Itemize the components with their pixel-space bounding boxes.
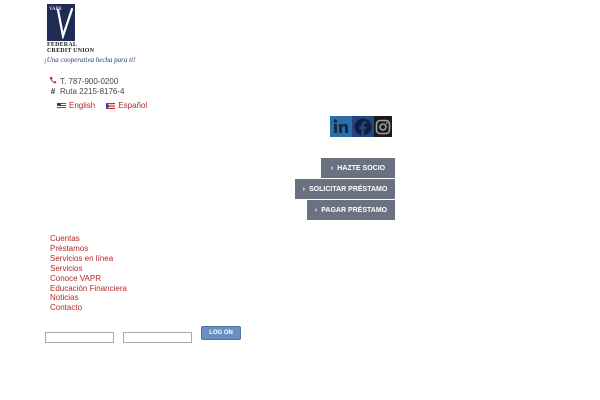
vapr-logo[interactable]: VAPR FEDERAL CREDIT UNION ¡Una cooperati… <box>44 2 136 66</box>
lang-espanol-link[interactable]: Español <box>106 101 147 110</box>
logo-mark: VAPR <box>47 4 75 41</box>
nav-contacto[interactable]: Contacto <box>50 303 127 313</box>
log-on-button[interactable]: LOG ON <box>201 326 241 340</box>
language-switcher: English Español <box>57 101 158 110</box>
chevron-right-icon: › <box>302 185 306 193</box>
username-input[interactable] <box>45 332 114 343</box>
route-text: Ruta 2215-8176-4 <box>60 87 125 96</box>
hazte-socio-button[interactable]: › HAZTE SOCIO <box>321 158 395 178</box>
instagram-link[interactable] <box>374 116 392 137</box>
route-number: # Ruta 2215-8176-4 <box>48 87 125 96</box>
logo-credit-union-text: CREDIT UNION <box>47 48 95 54</box>
hash-icon: # <box>50 87 56 96</box>
phone-contact[interactable]: T. 787-900-0200 <box>48 76 118 86</box>
linkedin-link[interactable] <box>330 116 352 137</box>
facebook-link[interactable] <box>352 116 374 137</box>
nav-noticias[interactable]: Noticias <box>50 293 127 303</box>
phone-text: T. 787-900-0200 <box>60 76 119 86</box>
instagram-icon <box>375 119 391 134</box>
linkedin-icon <box>333 119 348 133</box>
hazte-socio-label: HAZTE SOCIO <box>337 164 386 172</box>
pagar-prestamo-label: PAGAR PRÉSTAMO <box>321 206 388 214</box>
logo-v-icon <box>56 7 74 39</box>
solicitar-prestamo-label: SOLICITAR PRÉSTAMO <box>309 185 388 193</box>
nav-cuentas[interactable]: Cuentas <box>50 234 127 244</box>
lang-english-link[interactable]: English <box>57 101 95 110</box>
nav-servicios-en-linea[interactable]: Servicios en línea <box>50 254 127 264</box>
chevron-right-icon: › <box>330 164 334 172</box>
lang-english-label: English <box>69 101 96 110</box>
lang-espanol-label: Español <box>118 101 148 110</box>
social-links <box>330 116 392 137</box>
pr-flag-icon <box>106 102 116 109</box>
nav-servicios[interactable]: Servicios <box>50 264 127 274</box>
chevron-right-icon: › <box>314 206 318 214</box>
solicitar-prestamo-button[interactable]: › SOLICITAR PRÉSTAMO <box>295 179 395 199</box>
main-nav: Cuentas Préstamos Servicios en línea Ser… <box>50 234 127 313</box>
nav-educacion-financiera[interactable]: Educación Financiera <box>50 284 127 294</box>
nav-prestamos[interactable]: Préstamos <box>50 244 127 254</box>
password-input[interactable] <box>123 332 192 343</box>
nav-conoce-vapr[interactable]: Conoce VAPR <box>50 274 127 284</box>
facebook-icon <box>354 118 372 137</box>
phone-icon <box>48 76 58 86</box>
us-flag-icon <box>57 102 66 109</box>
pagar-prestamo-button[interactable]: › PAGAR PRÉSTAMO <box>307 200 395 220</box>
logo-tagline: ¡Una cooperativa hecha para ti! <box>44 56 136 64</box>
